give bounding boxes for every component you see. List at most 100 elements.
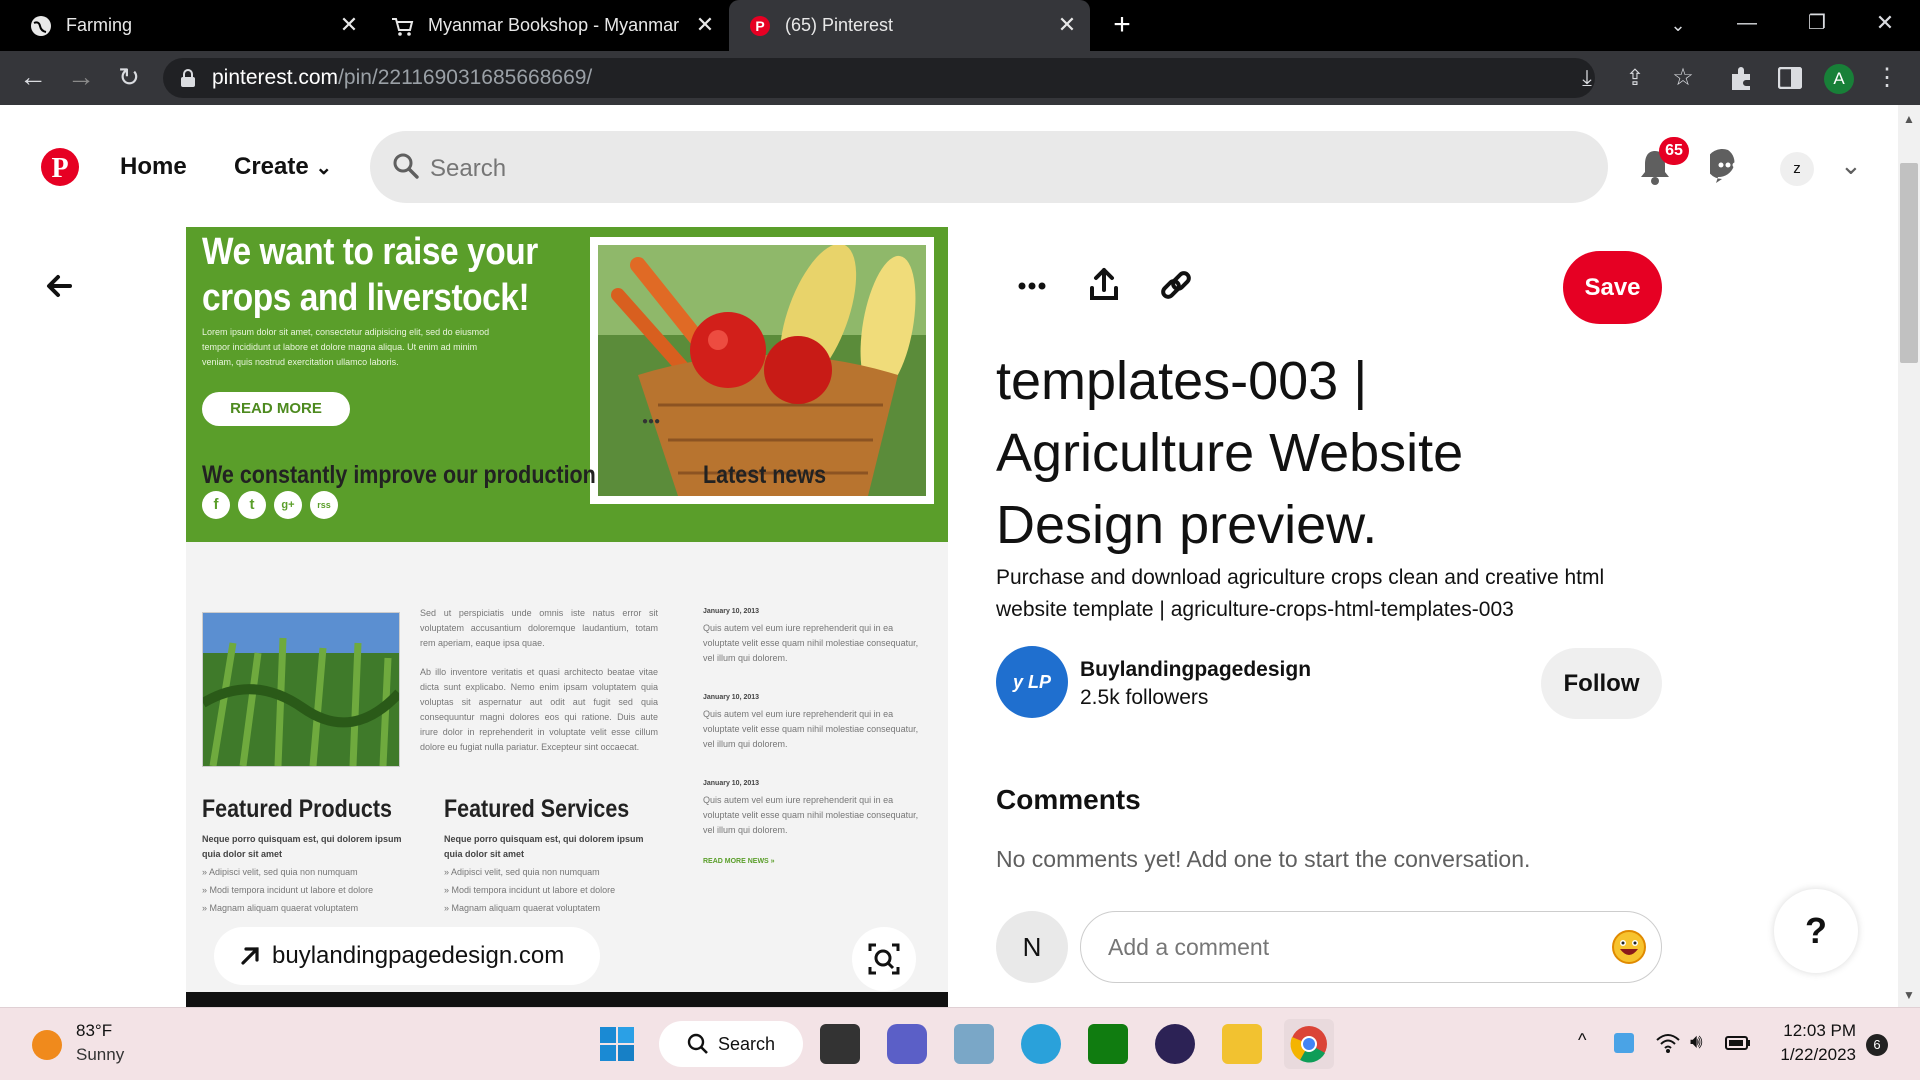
help-button[interactable]: ? [1774,889,1858,973]
teams-chat-icon[interactable] [887,1024,927,1064]
bookmark-star-icon[interactable]: ☆ [1668,63,1698,93]
news-text: Quis autem vel eum iure reprehenderit qu… [703,623,919,663]
extensions-puzzle-icon[interactable] [1729,66,1755,92]
show-hidden-icons-icon[interactable]: ^ [1578,1030,1586,1051]
source-link-button[interactable]: buylandingpagedesign.com [214,927,600,985]
window-close-icon[interactable]: ✕ [1870,8,1900,38]
volume-icon[interactable]: 🔊︎ [1690,1031,1703,1054]
restore-icon[interactable]: ❐ [1802,8,1832,38]
back-arrow-icon[interactable] [40,266,80,306]
creator-avatar[interactable]: y LP Des [996,646,1068,718]
minimize-icon[interactable]: — [1732,8,1762,38]
slider-dots: ●●● [642,416,661,427]
visual-search-button[interactable] [852,927,916,991]
battery-icon[interactable] [1725,1034,1751,1052]
messages-icon[interactable] [1710,148,1746,184]
tab-pinterest[interactable]: P (65) Pinterest ✕ [729,0,1090,51]
share-icon[interactable]: ⇪ [1620,63,1650,93]
tray-app-icon[interactable] [1614,1033,1634,1053]
chrome-icon[interactable] [1284,1019,1334,1069]
scrollbar-thumb[interactable] [1900,163,1918,363]
source-link-text: buylandingpagedesign.com [272,942,565,969]
search-bar[interactable] [370,131,1608,203]
search-input[interactable]: Search [430,155,506,183]
xbox-icon[interactable] [1088,1024,1128,1064]
hero-text: tempor incididunt ut labore et dolore ma… [202,342,478,352]
account-chevron-down-icon[interactable]: ⌄ [1840,150,1862,181]
taskbar-search-icon [687,1033,708,1054]
news-date: January 10, 2013 [703,608,760,615]
services-list-item: » Magnam aliquam quaerat voluptatem [444,903,601,913]
tab-title: (65) Pinterest [785,15,894,35]
reload-icon[interactable]: ↻ [114,62,144,92]
side-panel-icon[interactable] [1778,67,1802,89]
nav-home[interactable]: Home [120,153,187,181]
scroll-up-icon[interactable]: ▲ [1903,112,1915,126]
url-domain: pinterest.com [212,66,339,89]
copy-link-icon[interactable] [1152,262,1200,310]
template-footer-bar [186,992,948,1007]
emoji-picker-icon[interactable] [1611,929,1647,965]
scroll-down-icon[interactable]: ▼ [1903,988,1915,1002]
telegram-icon[interactable] [1021,1024,1061,1064]
twitter-icon: t [238,491,266,519]
tab-myanmar-bookshop[interactable]: Myanmar Bookshop - Myanmar ✕ [372,0,728,51]
googleplus-icon: g+ [274,491,302,519]
section-title-products: Featured Products [202,795,392,823]
profile-avatar[interactable]: A [1824,64,1854,94]
creator-followers: 2.5k followers [1080,686,1209,709]
commenter-avatar: N [996,911,1068,983]
products-list-item: » Magnam aliquam quaerat voluptatem [202,903,359,913]
products-list-item: » Modi tempora incidunt ut labore et dol… [202,885,374,895]
pinterest-logo[interactable]: P [41,148,79,186]
close-tab-icon[interactable]: ✕ [338,14,360,36]
lock-icon[interactable] [180,69,196,87]
taskbar-time[interactable]: 12:03 PM [1770,1021,1856,1041]
app-icon[interactable] [954,1024,994,1064]
new-tab-icon[interactable]: + [1107,10,1137,40]
services-list-item: » Modi tempora incidunt ut labore et dol… [444,885,616,895]
file-explorer-icon[interactable] [1222,1024,1262,1064]
tab-search-chevron-icon[interactable]: ⌄ [1663,10,1693,40]
url-text[interactable]: pinterest.com/pin/221169031685668669/ [212,66,592,90]
globe-icon [31,15,51,36]
visual-search-icon [868,943,900,975]
wifi-icon[interactable] [1655,1032,1681,1054]
close-tab-icon[interactable]: ✕ [1056,14,1078,36]
more-options-icon[interactable] [1008,262,1056,310]
weather-condition[interactable]: Sunny [76,1045,124,1065]
nav-create[interactable]: Create ⌄ [234,153,332,181]
forward-icon[interactable]: → [66,62,96,92]
close-tab-icon[interactable]: ✕ [694,14,716,36]
windows-start-icon[interactable] [599,1026,635,1062]
news-date: January 10, 2013 [703,780,760,787]
news-date: January 10, 2013 [703,694,760,701]
share-upload-icon[interactable] [1080,262,1128,310]
weather-temperature[interactable]: 83°F [76,1021,112,1041]
arrow-up-right-icon [241,947,259,965]
weather-sun-icon[interactable] [32,1030,62,1060]
pin-image[interactable]: We want to raise your crops and liversto… [186,227,948,1007]
vegetable-basket-illustration [598,243,926,496]
cart-icon [392,17,414,36]
pinterest-icon: P [750,15,770,36]
task-view-icon[interactable] [820,1024,860,1064]
browser-menu-icon[interactable]: ⋮ [1872,63,1902,93]
creator-name[interactable]: Buylandingpagedesign [1080,658,1311,682]
user-avatar[interactable]: z [1780,152,1814,186]
pin-title: templates-003 | Agriculture Website Desi… [996,351,1464,555]
eclipse-icon[interactable] [1155,1024,1195,1064]
hero-title-line1: We want to raise your [202,231,538,273]
corn-field-illustration [200,613,403,767]
follow-button[interactable]: Follow [1541,648,1662,719]
notification-center-badge[interactable]: 6 [1866,1034,1888,1056]
install-app-icon[interactable]: ⤓ [1572,63,1602,93]
back-icon[interactable]: ← [18,62,48,92]
chevron-down-icon: ⌄ [315,157,333,179]
products-bold-text: Neque porro quisquam est, qui dolorem ip… [202,834,402,859]
taskbar-date[interactable]: 1/22/2023 [1770,1045,1856,1065]
tab-title: Myanmar Bookshop - Myanmar [428,15,680,35]
save-button[interactable]: Save [1563,251,1662,324]
tab-farming[interactable]: Farming ✕ [0,0,372,51]
services-list-item: » Adipisci velit, sed quia non numquam [444,867,600,877]
